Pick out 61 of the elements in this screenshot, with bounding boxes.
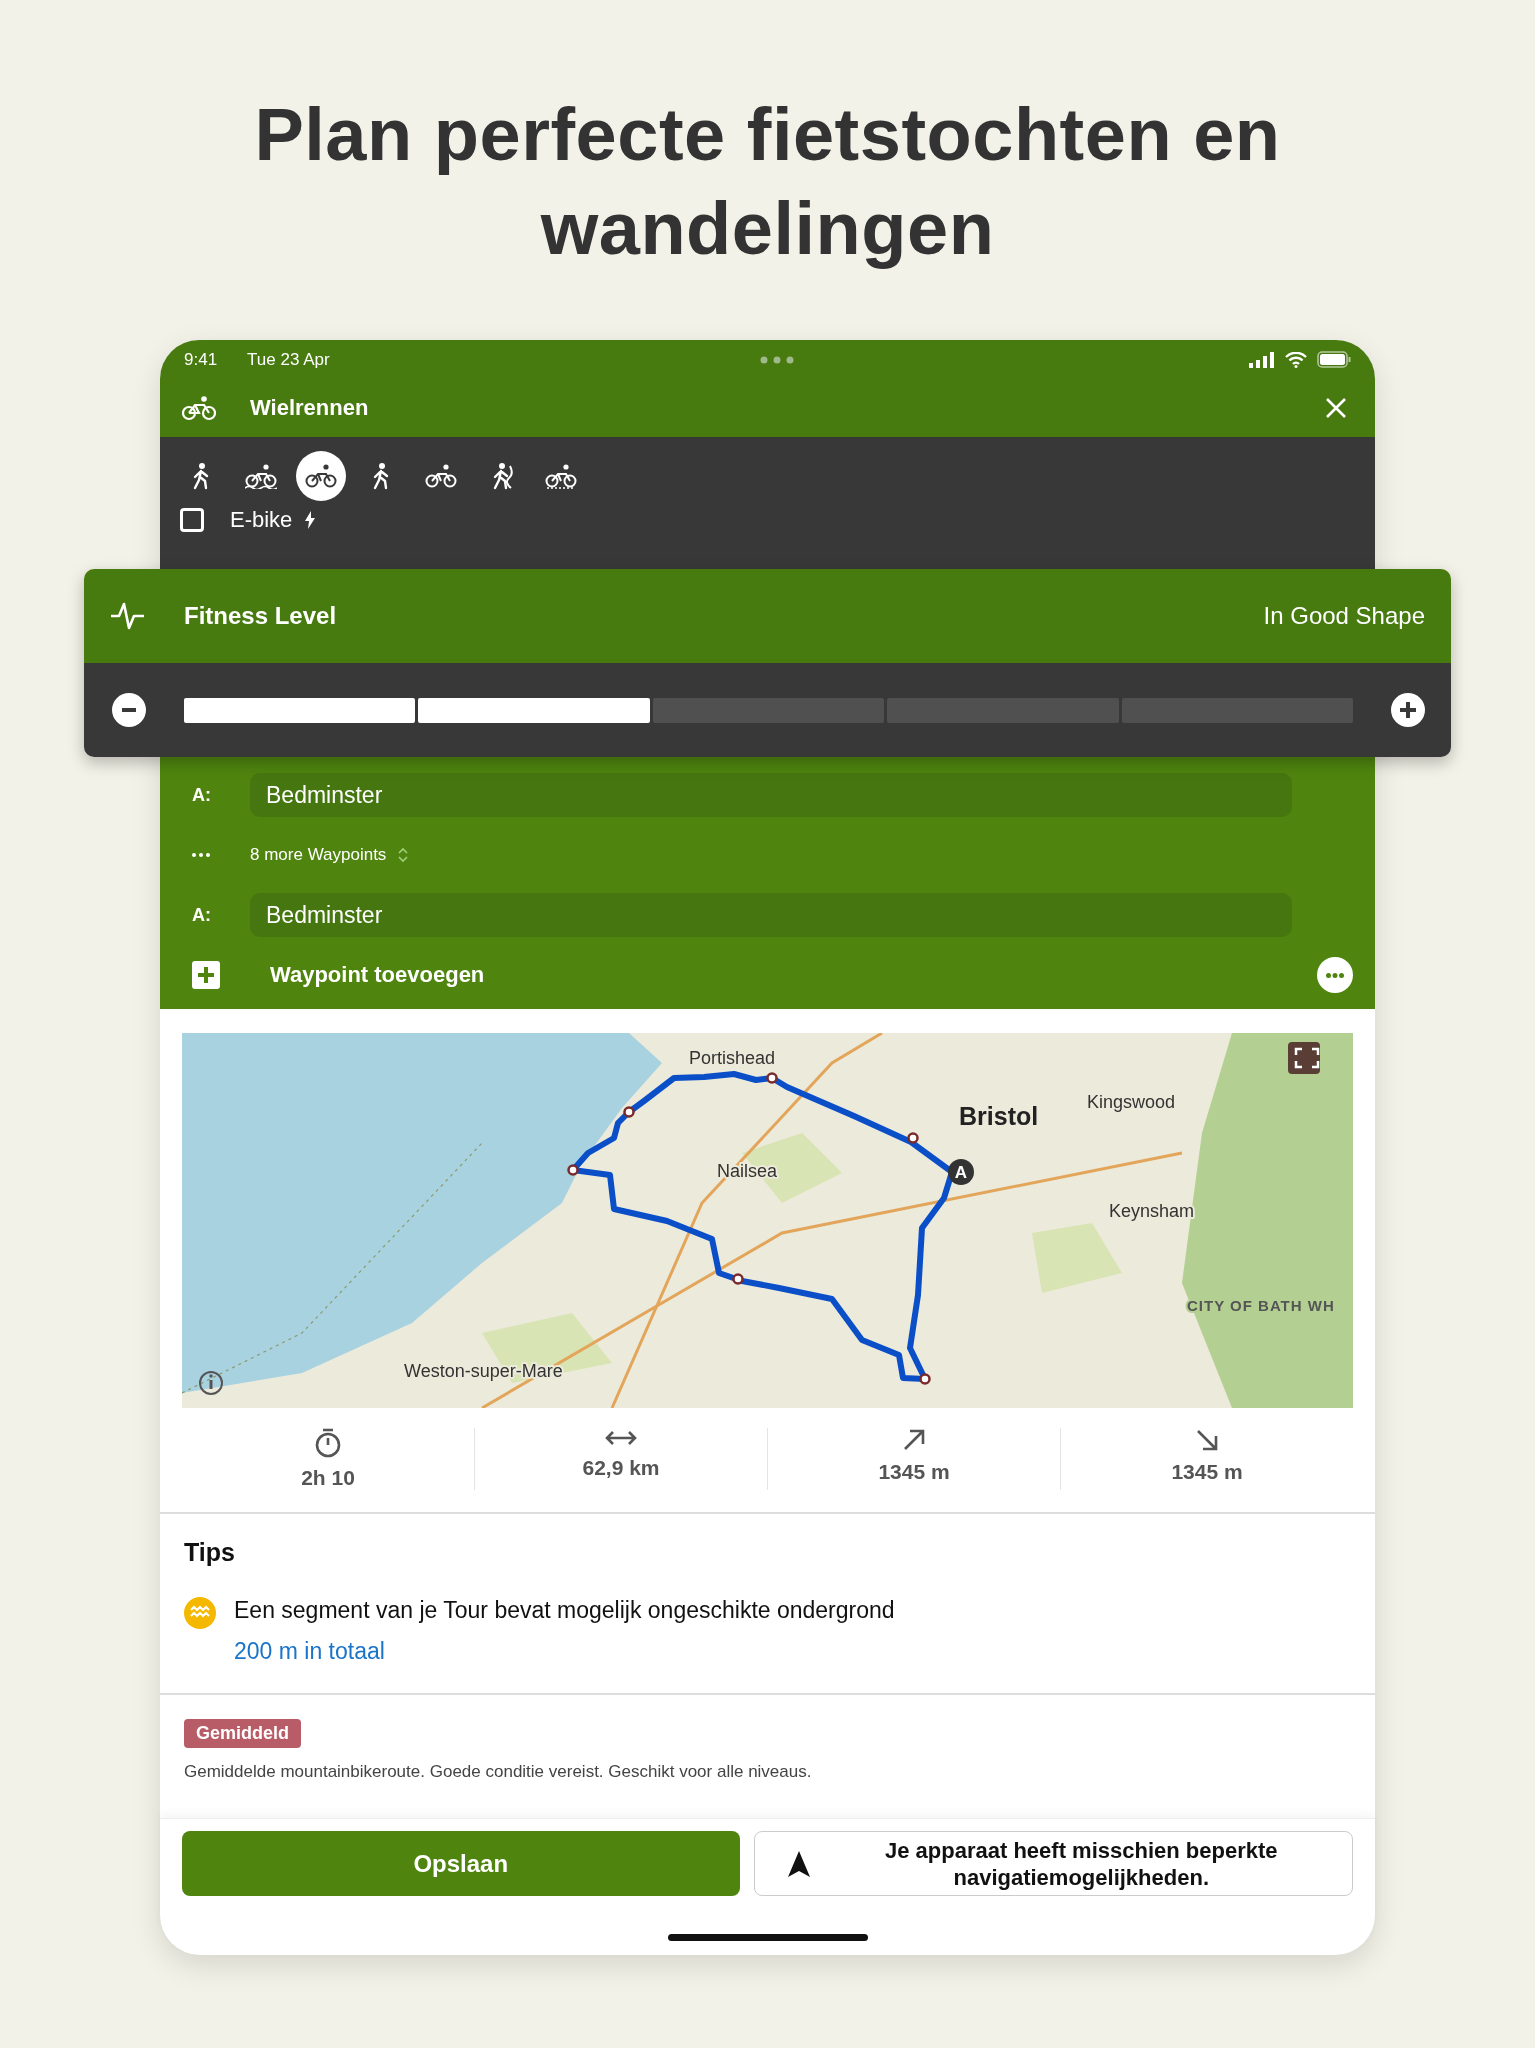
bicycle-icon <box>182 395 216 421</box>
lightning-icon <box>304 511 317 529</box>
waypoint-field[interactable]: Bedminster <box>250 773 1292 817</box>
status-date: Tue 23 Apr <box>247 349 330 370</box>
map-label: Bristol <box>959 1102 1039 1130</box>
stopwatch-icon <box>314 1428 342 1458</box>
map-label: Kingswood <box>1087 1092 1176 1112</box>
status-time: 9:41 <box>184 349 218 370</box>
decrease-button[interactable] <box>112 693 146 727</box>
sport-button[interactable] <box>296 451 346 501</box>
tip-link[interactable]: 200 m in totaal <box>234 1638 385 1665</box>
map-label: Keynsham <box>1109 1201 1195 1221</box>
increase-button[interactable] <box>1391 693 1425 727</box>
more-dots-icon <box>192 853 210 857</box>
start-marker: A <box>948 1159 974 1185</box>
notice-text: Je apparaat heeft misschien beperkte navigatiemogelijkheden. <box>884 1836 1279 1891</box>
map-label: Portishead <box>689 1048 776 1068</box>
save-button[interactable]: Opslaan <box>182 1831 740 1896</box>
fitness-level-meter[interactable] <box>184 697 1353 723</box>
navigation-notice[interactable]: Je apparaat heeft misschien beperkte navigatiemogelijkheden. <box>753 1831 1353 1896</box>
cyclist-icon <box>305 463 337 489</box>
waypoint-field[interactable]: Bedminster <box>250 893 1292 937</box>
cyclist-icon <box>425 463 457 489</box>
add-icon <box>192 961 220 989</box>
more-icon <box>1326 972 1344 978</box>
close-icon <box>1325 397 1347 419</box>
add-waypoint-button[interactable]: Waypoint toevoegen <box>270 962 485 988</box>
info-icon[interactable] <box>199 1371 223 1395</box>
plus-icon <box>1400 702 1416 718</box>
warning-surface-icon <box>184 1597 216 1629</box>
arrow-down-right-icon <box>1195 1428 1219 1452</box>
stat-value: 2h 10 <box>301 1466 355 1490</box>
tips-heading: Tips <box>184 1538 236 1567</box>
arrow-up-right-icon <box>902 1428 926 1452</box>
battery-icon <box>1317 351 1351 368</box>
stat-value: 62,9 km <box>582 1456 660 1480</box>
sport-title: Wielrennen <box>250 395 369 421</box>
difficulty-badge: Gemiddeld <box>184 1719 301 1748</box>
waypoint-label: A: <box>192 784 212 806</box>
ebike-checkbox[interactable] <box>180 508 204 532</box>
options-button[interactable] <box>1317 957 1353 993</box>
stat-value: 1345 m <box>878 1460 950 1484</box>
fullscreen-icon[interactable] <box>1288 1042 1320 1074</box>
difficulty-description: Gemiddelde mountainbikeroute. Goede conditie vereist. Geschikt voor alle niveaus. <box>184 1762 813 1782</box>
signal-icon <box>1249 351 1275 368</box>
wifi-icon <box>1285 351 1307 368</box>
fitness-value: In Good Shape <box>1263 602 1425 630</box>
pulse-icon <box>110 601 146 631</box>
minus-icon <box>122 708 136 712</box>
waypoint-label: A: <box>192 904 212 926</box>
multitask-dots-icon <box>759 355 794 364</box>
headline: Plan perfecte fietstochten en wandelingen <box>253 92 1282 272</box>
expand-chevrons-icon <box>398 847 409 863</box>
more-waypoints-link[interactable]: 8 more Waypoints <box>250 845 387 865</box>
fitness-title: Fitness Level <box>184 602 337 630</box>
stat-value: 1345 m <box>1171 1460 1243 1484</box>
cyclist-icon <box>245 463 277 489</box>
tip-text: Een segment van je Tour bevat mogelijk ongeschikte ondergrond <box>234 1597 895 1624</box>
cyclist-icon <box>545 463 577 489</box>
navigation-arrow-icon <box>786 1849 811 1878</box>
ebike-label: E-bike <box>230 507 293 533</box>
